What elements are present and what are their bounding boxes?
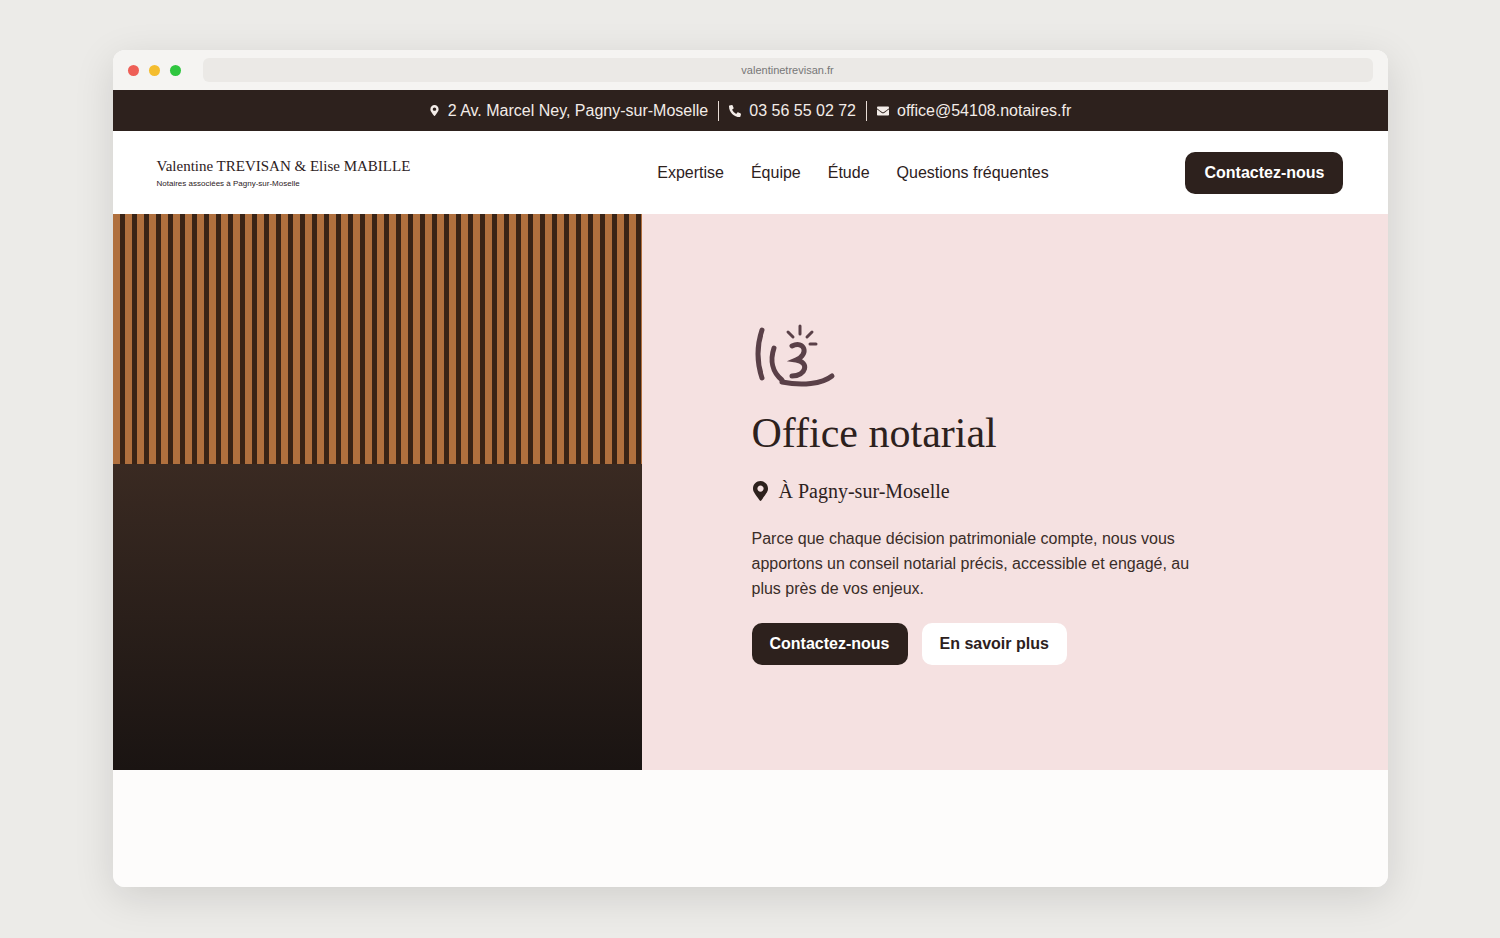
minimize-dot-icon[interactable]: [149, 65, 160, 76]
hero-title: Office notarial: [752, 408, 1207, 458]
header: Valentine TREVISAN & Elise MABILLE Notair…: [113, 131, 1388, 214]
contact-bar: 2 Av. Marcel Ney, Pagny-sur-Moselle 03 56…: [113, 90, 1388, 131]
nav-item[interactable]: Équipe: [751, 161, 801, 185]
page: valentinetrevisan.fr 2 Av. Marcel Ney, Pa…: [0, 0, 1500, 938]
url-bar[interactable]: valentinetrevisan.fr: [203, 58, 1373, 82]
nav-item[interactable]: Expertise: [657, 161, 724, 185]
next-section: [113, 770, 1388, 887]
phone-icon: [729, 105, 741, 117]
secondary-button[interactable]: En savoir plus: [922, 623, 1067, 665]
brand-tagline: Notaires associées à Pagny-sur-Moselle: [157, 178, 411, 190]
separator: [866, 101, 867, 121]
address[interactable]: 2 Av. Marcel Ney, Pagny-sur-Moselle: [448, 99, 709, 123]
hero-text: Parce que chaque décision patrimoniale c…: [752, 526, 1207, 601]
separator: [718, 101, 719, 121]
map-pin-icon: [429, 105, 440, 116]
nav-item[interactable]: Étude: [828, 161, 870, 185]
hero: Office notarial À Pagny-sur-Moselle Parce …: [113, 214, 1388, 770]
main-nav: Expertise Équipe Étude Questions fréquentes: [657, 161, 1048, 185]
brand-name: Valentine TREVISAN & Elise MABILLE: [157, 156, 411, 176]
brand[interactable]: Valentine TREVISAN & Elise MABILLE Notair…: [157, 156, 411, 190]
email[interactable]: office@54108.notaires.fr: [897, 99, 1071, 123]
primary-button[interactable]: Contactez-nous: [752, 623, 908, 665]
logo-icon: [752, 320, 836, 388]
nav-item[interactable]: Questions fréquentes: [897, 161, 1049, 185]
phone[interactable]: 03 56 55 02 72: [749, 99, 856, 123]
map-pin-icon: [752, 481, 769, 501]
maximize-dot-icon[interactable]: [170, 65, 181, 76]
mail-icon: [877, 105, 889, 117]
close-dot-icon[interactable]: [128, 65, 139, 76]
hero-panel: Office notarial À Pagny-sur-Moselle Parce …: [642, 214, 1388, 770]
contact-button[interactable]: Contactez-nous: [1185, 152, 1343, 194]
browser-window: valentinetrevisan.fr 2 Av. Marcel Ney, Pa…: [113, 50, 1388, 887]
hero-location: À Pagny-sur-Moselle: [752, 476, 1207, 506]
team-photo: [113, 214, 642, 770]
hero-content: Office notarial À Pagny-sur-Moselle Parce …: [752, 320, 1207, 665]
browser-titlebar: valentinetrevisan.fr: [113, 50, 1388, 90]
hero-buttons: Contactez-nous En savoir plus: [752, 623, 1207, 665]
